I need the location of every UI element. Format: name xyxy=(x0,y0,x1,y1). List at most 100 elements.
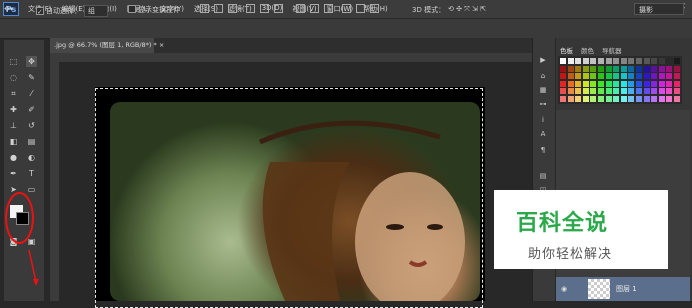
color-swatch[interactable] xyxy=(590,58,597,64)
color-swatch[interactable] xyxy=(651,96,658,102)
color-swatch[interactable] xyxy=(567,58,574,64)
color-swatch[interactable] xyxy=(567,88,574,95)
color-swatch[interactable] xyxy=(598,96,604,102)
color-swatch[interactable] xyxy=(582,58,589,64)
color-swatch[interactable] xyxy=(666,88,673,95)
color-swatch[interactable] xyxy=(651,88,658,95)
color-swatch[interactable] xyxy=(628,80,635,87)
color-swatch[interactable] xyxy=(643,73,650,80)
color-swatch[interactable] xyxy=(613,73,620,80)
color-swatch[interactable] xyxy=(605,96,612,102)
color-swatch[interactable] xyxy=(605,80,612,87)
color-swatch[interactable] xyxy=(658,58,665,64)
color-swatch[interactable] xyxy=(575,80,582,87)
color-swatch[interactable] xyxy=(636,88,642,95)
color-swatch[interactable] xyxy=(613,96,620,102)
color-swatch[interactable] xyxy=(643,88,650,95)
color-swatch[interactable] xyxy=(605,65,612,72)
color-swatch[interactable] xyxy=(636,65,642,72)
color-swatch[interactable] xyxy=(605,73,612,80)
color-swatch[interactable] xyxy=(651,65,658,72)
character-icon[interactable]: A xyxy=(538,130,548,139)
color-swatch[interactable] xyxy=(613,65,620,72)
color-swatch[interactable] xyxy=(674,80,680,87)
tab-color[interactable]: 颜色 xyxy=(581,45,594,55)
adjust-icon[interactable]: ⊶ xyxy=(538,100,548,109)
color-swatch[interactable] xyxy=(636,80,642,87)
color-swatch[interactable] xyxy=(620,58,627,64)
color-swatch[interactable] xyxy=(598,88,604,95)
color-swatch[interactable] xyxy=(567,73,574,80)
color-swatch[interactable] xyxy=(628,58,635,64)
color-swatch[interactable] xyxy=(582,65,589,72)
color-swatch[interactable] xyxy=(590,96,597,102)
color-swatch[interactable] xyxy=(628,65,635,72)
color-swatch[interactable] xyxy=(598,73,604,80)
color-swatch[interactable] xyxy=(605,58,612,64)
history-icon[interactable]: ⌂ xyxy=(538,72,548,81)
color-swatch[interactable] xyxy=(666,73,673,80)
color-swatch[interactable] xyxy=(666,65,673,72)
color-swatch[interactable] xyxy=(643,96,650,102)
color-swatch[interactable] xyxy=(582,96,589,102)
color-swatch[interactable] xyxy=(560,58,566,64)
swatch-dock-icon[interactable]: ▦ xyxy=(538,86,548,95)
color-swatch[interactable] xyxy=(590,73,597,80)
document-tab[interactable]: .jpg @ 66.7% (图层 1, RGB/8*) * × xyxy=(50,38,164,53)
color-swatch[interactable] xyxy=(560,80,566,87)
color-swatch[interactable] xyxy=(598,58,604,64)
color-swatch[interactable] xyxy=(582,80,589,87)
color-swatch[interactable] xyxy=(575,96,582,102)
color-swatch[interactable] xyxy=(643,65,650,72)
color-swatch[interactable] xyxy=(613,88,620,95)
color-swatch[interactable] xyxy=(658,65,665,72)
color-swatch[interactable] xyxy=(590,88,597,95)
color-swatch[interactable] xyxy=(628,96,635,102)
color-swatch[interactable] xyxy=(582,88,589,95)
color-swatch[interactable] xyxy=(620,88,627,95)
color-swatch[interactable] xyxy=(590,65,597,72)
color-swatch[interactable] xyxy=(628,88,635,95)
tab-swatches[interactable]: 色板 xyxy=(560,45,573,55)
color-swatch[interactable] xyxy=(651,80,658,87)
color-swatch[interactable] xyxy=(658,80,665,87)
color-swatch[interactable] xyxy=(658,96,665,102)
color-swatch[interactable] xyxy=(560,73,566,80)
properties-icon[interactable]: ▤ xyxy=(538,172,548,181)
color-swatch[interactable] xyxy=(598,80,604,87)
tab-navigator[interactable]: 导航器 xyxy=(602,45,622,55)
color-swatch[interactable] xyxy=(658,88,665,95)
color-swatch[interactable] xyxy=(651,58,658,64)
color-swatch[interactable] xyxy=(666,96,673,102)
color-swatch[interactable] xyxy=(575,65,582,72)
color-swatch[interactable] xyxy=(567,80,574,87)
color-swatch[interactable] xyxy=(620,65,627,72)
eye-icon[interactable]: ◉ xyxy=(561,285,567,293)
swatch-grid[interactable] xyxy=(558,56,682,104)
color-swatch[interactable] xyxy=(582,73,589,80)
color-swatch[interactable] xyxy=(666,80,673,87)
color-swatch[interactable] xyxy=(620,80,627,87)
color-swatch[interactable] xyxy=(674,58,680,64)
color-swatch[interactable] xyxy=(636,96,642,102)
color-swatch[interactable] xyxy=(575,73,582,80)
color-swatch[interactable] xyxy=(674,73,680,80)
color-swatch[interactable] xyxy=(567,65,574,72)
color-swatch[interactable] xyxy=(613,58,620,64)
color-swatch[interactable] xyxy=(560,65,566,72)
color-swatch[interactable] xyxy=(575,88,582,95)
color-swatch[interactable] xyxy=(658,73,665,80)
document-close-icon[interactable]: × xyxy=(159,41,164,49)
color-swatch[interactable] xyxy=(605,88,612,95)
color-swatch[interactable] xyxy=(620,73,627,80)
color-swatch[interactable] xyxy=(643,80,650,87)
info-icon[interactable]: ⅰ xyxy=(538,116,548,125)
color-swatch[interactable] xyxy=(575,58,582,64)
color-swatch[interactable] xyxy=(598,65,604,72)
color-swatch[interactable] xyxy=(620,96,627,102)
color-swatch[interactable] xyxy=(674,88,680,95)
play-icon[interactable]: ▶ xyxy=(538,56,548,65)
paragraph-icon[interactable]: ¶ xyxy=(538,146,548,155)
color-swatch[interactable] xyxy=(636,73,642,80)
color-swatch[interactable] xyxy=(643,58,650,64)
